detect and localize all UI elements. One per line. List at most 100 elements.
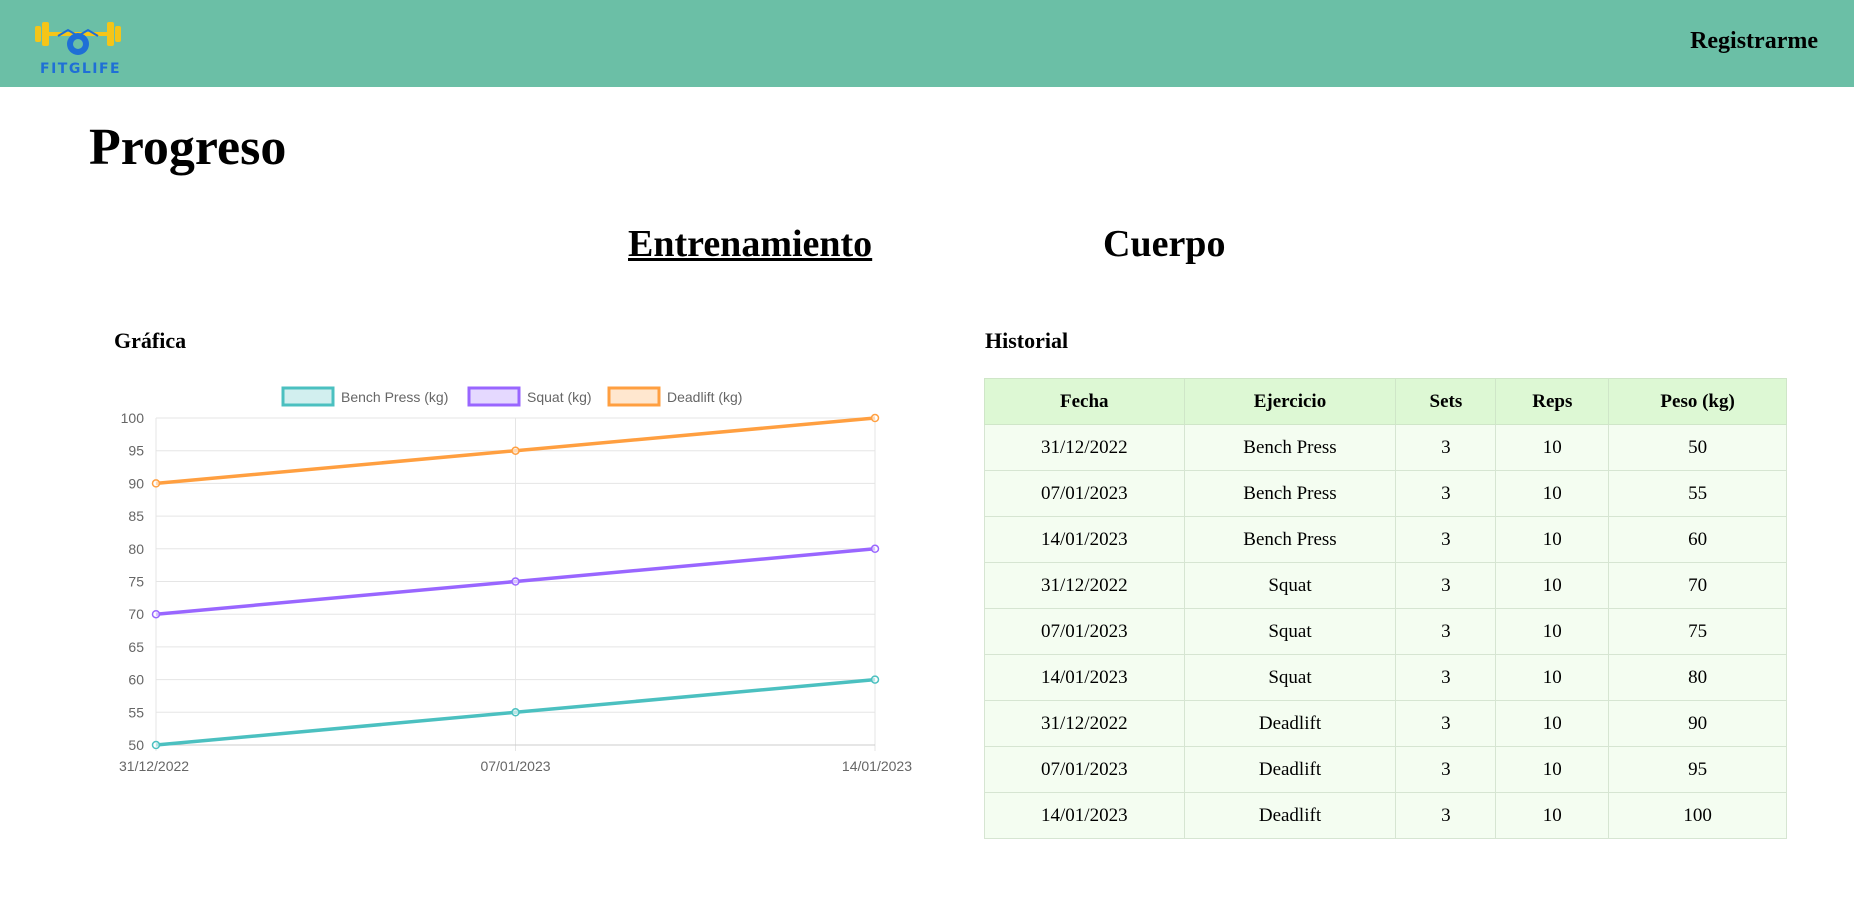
table-cell: 3 (1395, 562, 1497, 609)
table-cell: 10 (1495, 562, 1610, 609)
table-cell: 80 (1608, 654, 1787, 701)
table-cell: 75 (1608, 608, 1787, 655)
legend-label: Deadlift (kg) (667, 389, 742, 405)
data-point (870, 544, 880, 554)
data-point (151, 479, 161, 488)
table-cell: 10 (1495, 792, 1610, 839)
table-cell: 10 (1495, 424, 1610, 471)
table-cell: 10 (1495, 700, 1610, 747)
table-cell: 31/12/2022 (984, 424, 1185, 471)
history-table: Fecha Ejercicio Sets Reps Peso (kg) 31/1… (984, 378, 1787, 839)
y-tick-label: 65 (128, 639, 144, 655)
tab-cuerpo[interactable]: Cuerpo (1103, 222, 1225, 266)
table-cell: 10 (1495, 746, 1610, 793)
table-cell: 70 (1608, 562, 1787, 609)
x-tick-label: 31/12/2022 (119, 758, 189, 774)
table-cell: 3 (1395, 700, 1497, 747)
table-cell: Bench Press (1183, 470, 1397, 517)
table-cell: 07/01/2023 (984, 608, 1185, 655)
table-row: 07/01/2023 Bench Press 3 10 55 (984, 470, 1787, 517)
register-link[interactable]: Registrarme (1690, 28, 1818, 55)
x-tick-label: 14/01/2023 (842, 758, 912, 774)
table-cell: Squat (1183, 562, 1397, 609)
y-tick-label: 75 (128, 574, 144, 590)
header-sets: Sets (1395, 378, 1497, 425)
y-tick-label: 50 (128, 737, 144, 753)
table-row: 14/01/2023 Deadlift 3 10 100 (984, 792, 1787, 839)
x-tick-label: 07/01/2023 (480, 758, 550, 774)
table-cell: 55 (1608, 470, 1787, 517)
table-row: 07/01/2023 Squat 3 10 75 (984, 608, 1787, 655)
y-tick-label: 60 (128, 672, 144, 688)
table-row: 07/01/2023 Deadlift 3 10 95 (984, 746, 1787, 793)
y-tick-label: 90 (128, 475, 144, 491)
table-cell: 50 (1608, 424, 1787, 471)
legend-label: Bench Press (kg) (341, 389, 448, 405)
navbar: FITGLIFE Registrarme (0, 0, 1854, 87)
table-cell: 3 (1395, 424, 1497, 471)
table-cell: 3 (1395, 746, 1497, 793)
table-cell: 14/01/2023 (984, 792, 1185, 839)
table-row: 31/12/2022 Deadlift 3 10 90 (984, 700, 1787, 747)
table-cell: 3 (1395, 470, 1497, 517)
y-tick-label: 85 (128, 508, 144, 524)
tab-entrenamiento[interactable]: Entrenamiento (628, 222, 872, 266)
table-cell: Deadlift (1183, 746, 1397, 793)
table-row: 14/01/2023 Squat 3 10 80 (984, 654, 1787, 701)
table-cell: Deadlift (1183, 700, 1397, 747)
table-cell: 07/01/2023 (984, 746, 1185, 793)
table-cell: Bench Press (1183, 516, 1397, 563)
data-point (151, 609, 161, 619)
table-cell: 10 (1495, 654, 1610, 701)
header-peso: Peso (kg) (1608, 378, 1787, 425)
header-fecha: Fecha (984, 378, 1185, 425)
chart-section-title: Gráfica (114, 328, 187, 353)
table-cell: 31/12/2022 (984, 700, 1185, 747)
data-point (870, 675, 880, 684)
table-row: 31/12/2022 Squat 3 10 70 (984, 562, 1787, 609)
table-cell: 14/01/2023 (984, 516, 1185, 563)
table-cell: 10 (1495, 516, 1610, 563)
legend-swatch (607, 386, 661, 407)
table-cell: 100 (1608, 792, 1787, 839)
data-point (511, 446, 520, 455)
header-ejercicio: Ejercicio (1183, 378, 1397, 425)
legend-swatch (467, 386, 521, 407)
table-cell: 3 (1395, 792, 1497, 839)
data-point (870, 413, 880, 423)
table-cell: Squat (1183, 608, 1397, 655)
table-cell: Squat (1183, 654, 1397, 701)
y-tick-label: 100 (121, 410, 145, 426)
y-tick-label: 70 (128, 606, 144, 622)
data-point (151, 740, 161, 750)
table-cell: 90 (1608, 700, 1787, 747)
table-cell: 07/01/2023 (984, 470, 1185, 517)
data-point (511, 708, 520, 717)
table-cell: 3 (1395, 516, 1497, 563)
table-cell: 60 (1608, 516, 1787, 563)
y-tick-label: 55 (128, 704, 144, 720)
logo-text: FITGLIFE (40, 61, 122, 77)
table-cell: 14/01/2023 (984, 654, 1185, 701)
history-table-body: 31/12/2022 Bench Press 3 10 50 07/01/2023 Benc… (984, 424, 1787, 839)
table-row: 14/01/2023 Bench Press 3 10 60 (984, 516, 1787, 563)
legend-swatch (281, 386, 335, 407)
table-cell: Bench Press (1183, 424, 1397, 471)
progress-line-chart: 100 95 90 85 80 75 70 65 60 55 50 31/12/2022 07/01/2… (119, 386, 912, 774)
y-tick-label: 80 (128, 541, 144, 557)
data-point (511, 577, 520, 586)
table-cell: 3 (1395, 654, 1497, 701)
table-cell: 10 (1495, 608, 1610, 655)
header-reps: Reps (1495, 378, 1610, 425)
table-row: 31/12/2022 Bench Press 3 10 50 (984, 424, 1787, 471)
table-cell: 95 (1608, 746, 1787, 793)
page-title: Progreso (89, 119, 287, 176)
table-cell: 3 (1395, 608, 1497, 655)
table-cell: Deadlift (1183, 792, 1397, 839)
legend-label: Squat (kg) (527, 389, 592, 405)
history-section-title: Historial (985, 328, 1069, 353)
table-header-row: Fecha Ejercicio Sets Reps Peso (kg) (984, 378, 1787, 425)
y-tick-label: 95 (128, 443, 144, 459)
table-cell: 10 (1495, 470, 1610, 517)
table-cell: 31/12/2022 (984, 562, 1185, 609)
